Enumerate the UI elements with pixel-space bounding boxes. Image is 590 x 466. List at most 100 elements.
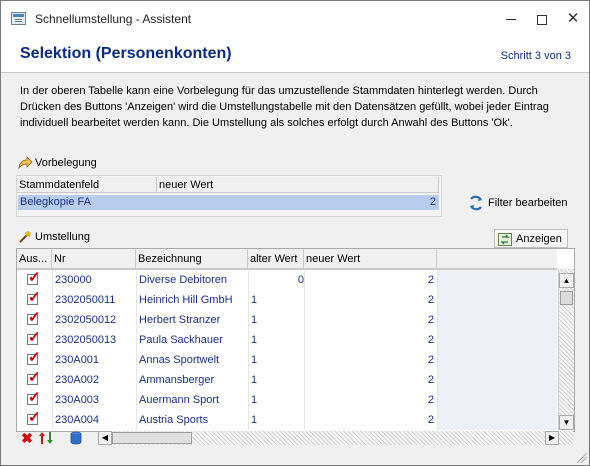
wizard-header: Selektion (Personenkonten) Schritt 3 von… (1, 37, 589, 73)
row-checkbox[interactable]: ✓ (27, 350, 41, 365)
col-alter-wert[interactable]: alter Wert (248, 249, 304, 269)
cell-bezeichnung: Herbert Stranzer (139, 314, 221, 326)
cell-nr: 230A002 (55, 374, 100, 386)
row-checkbox[interactable]: ✓ (27, 270, 41, 285)
check-icon: ✓ (28, 309, 41, 326)
check-icon: ✓ (28, 269, 41, 286)
magic-wand-icon (19, 230, 32, 243)
col-stammdatenfeld[interactable]: Stammdatenfeld (17, 177, 157, 193)
close-icon: ✕ (566, 10, 580, 27)
col-neuer-wert[interactable]: neuer Wert (157, 177, 439, 193)
umstellung-table[interactable]: Aus... Nr Bezeichnung alter Wert neuer W… (16, 248, 575, 432)
row-checkbox[interactable]: ✓ (27, 310, 41, 325)
cell-nr: 2302050011 (55, 294, 116, 306)
cell-bezeichnung: Ammansberger (139, 374, 215, 386)
folder-arrow-icon (18, 156, 33, 170)
cell-bezeichnung: Heinrich Hill GmbH (139, 294, 233, 306)
table-row[interactable]: ✓ 2302050011 Heinrich Hill GmbH 1 2 (17, 290, 437, 310)
table-toolbar: ✖ ◀ ▶ (16, 431, 573, 445)
col-nr[interactable]: Nr (52, 249, 136, 269)
scroll-right-button[interactable]: ▶ (545, 431, 559, 445)
col-neuer-wert[interactable]: neuer Wert (304, 249, 437, 269)
vorbelegung-label: Vorbelegung (35, 156, 97, 169)
check-icon: ✓ (28, 409, 41, 426)
cell-alter-wert: 1 (251, 294, 258, 306)
table-row[interactable]: ✓ 2302050013 Paula Sackhauer 1 2 (17, 330, 437, 350)
cell-bezeichnung: Austria Sports (139, 414, 209, 426)
check-icon: ✓ (28, 369, 41, 386)
resize-grip[interactable] (575, 451, 589, 465)
db-cylinder-icon (70, 431, 82, 445)
vorbelegung-table[interactable]: Stammdatenfeld neuer Wert Belegkopie FA … (16, 175, 442, 217)
cell-neuer-wert: 2 (427, 374, 434, 386)
vertical-scrollbar[interactable]: ▲ ▼ (558, 269, 574, 430)
app-icon (11, 12, 26, 25)
filter-bearbeiten-button[interactable]: Filter bearbeiten (468, 194, 568, 212)
cell-bezeichnung: Paula Sackhauer (139, 334, 223, 346)
vorbelegung-header: Stammdatenfeld neuer Wert (17, 177, 439, 193)
scroll-down-button[interactable]: ▼ (559, 415, 574, 430)
check-icon: ✓ (28, 289, 41, 306)
anzeigen-button[interactable]: Anzeigen (494, 229, 568, 248)
cell-bezeichnung: Annas Sportwelt (139, 354, 220, 366)
cell-alter-wert: 1 (251, 394, 258, 406)
table-row[interactable]: ✓ 230000 Diverse Debitoren 0 2 (17, 270, 437, 290)
cell-alter-wert: 0 (297, 274, 304, 286)
row-checkbox[interactable]: ✓ (27, 330, 41, 345)
row-checkbox[interactable]: ✓ (27, 390, 41, 405)
col-auswahl[interactable]: Aus... (17, 249, 52, 269)
cell-neuer-wert: 2 (427, 274, 434, 286)
row-neuer-wert: 2 (429, 196, 436, 208)
row-checkbox[interactable]: ✓ (27, 410, 41, 425)
assistant-window: Schnellumstellung - Assistent ✕ Selektio… (0, 0, 590, 466)
cell-neuer-wert: 2 (427, 414, 434, 426)
window-title: Schnellumstellung - Assistent (35, 12, 192, 26)
col-divider (437, 270, 438, 430)
delete-icon[interactable]: ✖ (19, 431, 35, 445)
sort-icon[interactable] (38, 431, 54, 445)
cell-nr: 2302050012 (55, 314, 117, 326)
umstellung-header: Aus... Nr Bezeichnung alter Wert neuer W… (17, 249, 557, 270)
anzeigen-label: Anzeigen (516, 233, 562, 245)
cell-alter-wert: 1 (251, 354, 258, 366)
cell-alter-wert: 1 (251, 314, 258, 326)
horizontal-scrollbar[interactable]: ◀ ▶ (98, 431, 573, 445)
cell-neuer-wert: 2 (427, 294, 434, 306)
minimize-icon (506, 19, 516, 21)
scroll-up-button[interactable]: ▲ (559, 273, 574, 288)
cell-nr: 230000 (55, 274, 92, 286)
table-row[interactable]: ✓ 230A004 Austria Sports 1 2 (17, 410, 437, 430)
title-bar[interactable]: Schnellumstellung - Assistent ✕ (1, 1, 589, 37)
cell-neuer-wert: 2 (427, 394, 434, 406)
filter-icon (470, 195, 482, 211)
vorbelegung-row-selected[interactable]: Belegkopie FA 2 (18, 195, 439, 210)
maximize-button[interactable] (528, 6, 556, 32)
vorbelegung-label-group: Vorbelegung (17, 156, 97, 170)
step-indicator: Schritt 3 von 3 (500, 50, 571, 62)
cell-nr: 2302050013 (55, 334, 117, 346)
hscroll-thumb[interactable] (112, 432, 192, 444)
minimize-button[interactable] (497, 6, 525, 32)
umstellung-label: Umstellung (35, 230, 91, 243)
col-bezeichnung[interactable]: Bezeichnung (136, 249, 248, 269)
database-icon[interactable] (68, 431, 84, 445)
cell-neuer-wert: 2 (427, 334, 434, 346)
maximize-icon (537, 14, 547, 25)
table-row[interactable]: ✓ 230A003 Auermann Sport 1 2 (17, 390, 437, 410)
cell-nr: 230A004 (55, 414, 100, 426)
cell-nr: 230A001 (55, 354, 100, 366)
table-row[interactable]: ✓ 230A002 Ammansberger 1 2 (17, 370, 437, 390)
scroll-thumb[interactable] (560, 291, 573, 305)
close-button[interactable]: ✕ (559, 6, 587, 32)
cell-bezeichnung: Auermann Sport (139, 394, 220, 406)
refresh-icon (498, 232, 512, 246)
row-checkbox[interactable]: ✓ (27, 290, 41, 305)
table-row[interactable]: ✓ 230A001 Annas Sportwelt 1 2 (17, 350, 437, 370)
cell-neuer-wert: 2 (427, 314, 434, 326)
scroll-left-button[interactable]: ◀ (98, 431, 112, 445)
row-checkbox[interactable]: ✓ (27, 370, 41, 385)
check-icon: ✓ (28, 349, 41, 366)
cell-alter-wert: 1 (251, 414, 258, 426)
page-title: Selektion (Personenkonten) (20, 45, 232, 62)
table-row[interactable]: ✓ 2302050012 Herbert Stranzer 1 2 (17, 310, 437, 330)
